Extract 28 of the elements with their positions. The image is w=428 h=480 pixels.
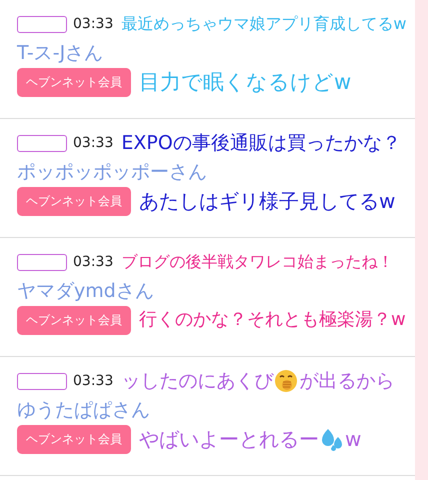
post-card[interactable]: 03:33 ブログの後半戦タワレコ始まったね！ ヤマダymdさん ヘブンネット会員 行くのかな？それとも極楽湯？w [0,238,415,357]
member-badge: ヘブンネット会員 [17,68,131,97]
caption-text: が出るから [299,369,394,394]
post-time: 03:33 [73,16,114,32]
tag-outline [17,372,67,390]
caption-text: あたしはギリ様子見してるw [139,188,396,214]
caption-text: EXPOの事後通販は買ったかな？ [121,131,401,156]
member-badge: ヘブンネット会員 [17,306,131,335]
caption-text: w [345,426,362,452]
caption-text: 行くのかな？それとも極楽湯？w [139,308,406,332]
post-time: 03:33 [73,373,114,389]
tag-outline [17,134,67,152]
caption-text: 最近めっちゃウマ娘アプリ育成してるw [121,13,406,35]
caption-text: やばいよーとれるー [139,426,319,452]
sweat-drops-icon [320,426,344,450]
member-badge: ヘブンネット会員 [17,187,131,216]
post-card[interactable]: 03:33 ッしたのにあくび が出るから ゆうたぱぱさん ヘブンネット会員 やばいよーとれるー w [0,357,415,476]
tag-outline [17,16,67,32]
tag-outline [17,254,67,270]
post-time: 03:33 [73,254,114,270]
yawning-face-icon [274,369,298,393]
post-time: 03:33 [73,135,114,151]
member-badge: ヘブンネット会員 [17,425,131,454]
caption-text: ブログの後半戦タワレコ始まったね！ [121,251,394,273]
post-card[interactable]: 03:33 EXPOの事後通販は買ったかな？ ポッポッポッポーさん ヘブンネット会員 あたしはギリ様子見してるw [0,119,415,238]
post-card[interactable]: 03:33 最近めっちゃウマ娘アプリ育成してるw T-ス-Jさん ヘブンネット会員 目力で眠くなるけどw [0,0,415,119]
caption-text: 目力で眠くなるけどw [139,68,352,96]
caption-text: ッしたのにあくび [121,369,274,394]
